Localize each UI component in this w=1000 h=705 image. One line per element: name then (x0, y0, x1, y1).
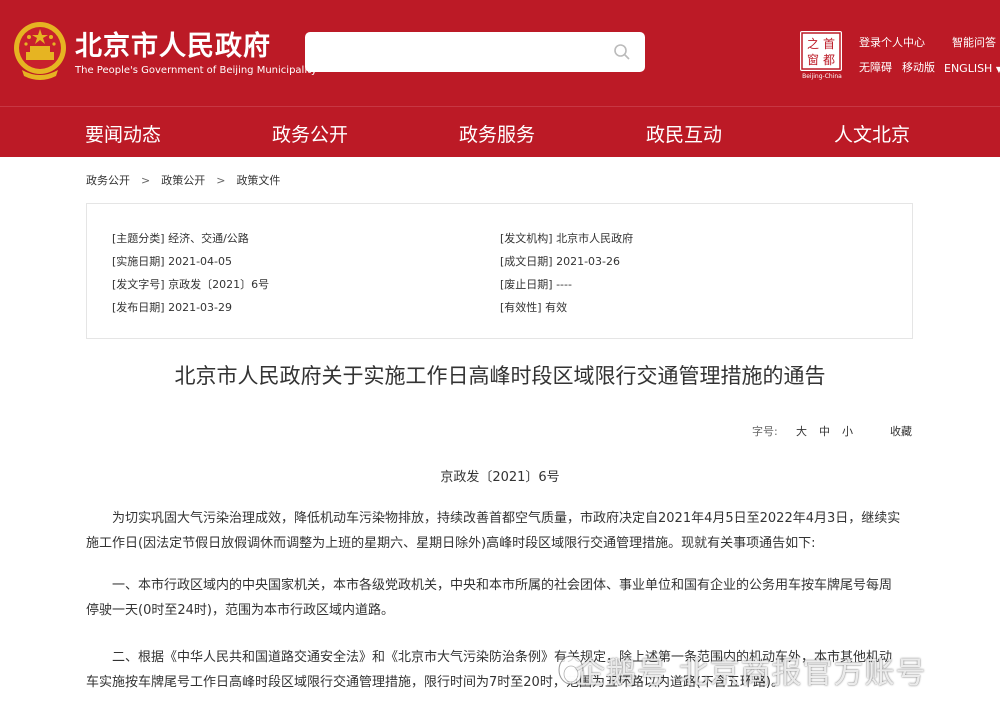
seal-char: 首 (823, 37, 835, 51)
meta-repeal-date: [废止日期] ---- (500, 278, 572, 291)
watermark: 企鹅号 北京商报官方账号 (575, 656, 927, 691)
meta-subject: [主题分类] 经济、交通/公路 (112, 232, 249, 245)
site-title[interactable]: 北京市人民政府 (75, 24, 271, 63)
nav-item-services[interactable]: 政务服务 (459, 120, 535, 147)
paragraph-line: 为切实巩固大气污染治理成效，降低机动车污染物排放，持续改善首都空气质量，市政府决… (112, 511, 901, 526)
article-paragraph: 为切实巩固大气污染治理成效，降低机动车污染物排放，持续改善首都空气质量，市政府决… (86, 506, 916, 556)
english-label: ENGLISH (944, 62, 993, 75)
meta-effective-date: [实施日期] 2021-04-05 (112, 255, 233, 268)
chevron-down-icon: ▼ (995, 65, 1000, 74)
document-meta-box: [主题分类] 经济、交通/公路 [实施日期] 2021-04-05 [发文字号]… (86, 203, 913, 339)
seal-caption: Beijing-China (802, 73, 842, 80)
site-subtitle: The People's Government of Beijing Munic… (75, 65, 317, 76)
meta-written-date: [成文日期] 2021-03-26 (500, 255, 621, 268)
smart-qa-link[interactable]: 智能问答 (952, 34, 996, 50)
login-link[interactable]: 登录个人中心 (859, 34, 925, 50)
nav-item-open-gov[interactable]: 政务公开 (272, 120, 348, 147)
seal-char: 都 (823, 53, 835, 67)
paragraph-line: 停驶一天(0时至24时)，范围为本市行政区域内道路。 (86, 603, 394, 618)
seal-char: 之 (807, 37, 819, 51)
article-title: 北京市人民政府关于实施工作日高峰时段区域限行交通管理措施的通告 (174, 364, 826, 388)
article-paragraph: 一、本市行政区域内的中央国家机关，本市各级党政机关，中央和本市所属的社会团体、事… (86, 573, 916, 623)
font-size-small-button[interactable]: 小 (842, 423, 853, 439)
breadcrumb-separator: > (141, 174, 151, 187)
breadcrumb-separator: > (216, 174, 226, 187)
font-size-label: 字号: (752, 425, 778, 438)
font-size-medium-button[interactable]: 中 (819, 423, 830, 439)
article-doc-number: 京政发〔2021〕6号 (440, 470, 560, 485)
breadcrumb-item[interactable]: 政务公开 (86, 172, 130, 188)
nav-item-interaction[interactable]: 政民互动 (646, 120, 722, 147)
paragraph-line: 一、本市行政区域内的中央国家机关，本市各级党政机关，中央和本市所属的社会团体、事… (112, 578, 893, 593)
meta-validity: [有效性] 有效 (500, 301, 568, 314)
nav-item-news[interactable]: 要闻动态 (85, 120, 161, 147)
meta-issuer: [发文机构] 北京市人民政府 (500, 232, 634, 245)
search-icon[interactable] (613, 43, 631, 61)
accessibility-link[interactable]: 无障碍 (859, 59, 892, 75)
nav-item-culture[interactable]: 人文北京 (834, 120, 910, 147)
national-emblem-icon[interactable] (12, 20, 68, 82)
breadcrumb-item[interactable]: 政策公开 (161, 172, 205, 188)
seal-char: 窗 (807, 53, 819, 67)
mobile-link[interactable]: 移动版 (902, 59, 935, 75)
capital-window-seal-icon[interactable]: 首 都 之 窗 (800, 31, 842, 71)
main-nav: 要闻动态 政务公开 政务服务 政民互动 人文北京 (0, 106, 1000, 157)
site-header: 北京市人民政府 The People's Government of Beiji… (0, 0, 1000, 106)
font-size-large-button[interactable]: 大 (796, 423, 807, 439)
meta-publish-date: [发布日期] 2021-03-29 (112, 301, 233, 314)
search-input[interactable] (305, 32, 645, 72)
breadcrumb-item[interactable]: 政策文件 (236, 172, 280, 188)
meta-doc-number: [发文字号] 京政发〔2021〕6号 (112, 278, 270, 291)
breadcrumb: 政务公开 > 政策公开 > 政策文件 (86, 172, 280, 188)
paragraph-line: 施工作日(因法定节假日放假调休而调整为上班的星期六、星期日除外)高峰时段区域限行… (86, 536, 816, 551)
english-link[interactable]: ENGLISH ▼ (944, 62, 1000, 75)
favorite-button[interactable]: 收藏 (890, 423, 912, 439)
